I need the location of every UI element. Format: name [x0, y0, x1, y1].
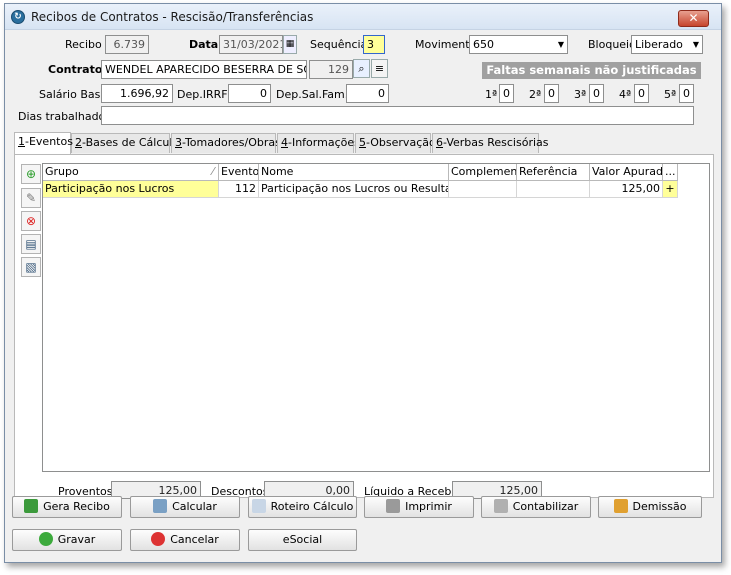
gravar-button[interactable]: Gravar	[12, 529, 122, 551]
week3-field[interactable]: 0	[589, 84, 604, 103]
cell-extra[interactable]: +	[663, 181, 678, 198]
printer-icon	[386, 499, 401, 513]
esocial-button[interactable]: eSocial	[248, 529, 357, 551]
depirrf-label: Dep.IRRF	[177, 88, 228, 101]
chevron-down-icon: ▼	[692, 40, 699, 49]
roteiro-calculo-button[interactable]: Roteiro Cálculo	[248, 496, 357, 518]
column-evento[interactable]: Evento	[219, 164, 259, 181]
cancelar-button[interactable]: Cancelar	[130, 529, 240, 551]
tab-informacoes[interactable]: 4-Informações	[277, 133, 360, 153]
bloqueio-label: Bloqueio	[588, 38, 636, 51]
add-icon[interactable]: ⊕	[21, 164, 41, 184]
grid-header: Grupo⁄ Evento Nome Complemento Referênci…	[43, 164, 709, 181]
title-bar: ↻ Recibos de Contratos - Rescisão/Transf…	[5, 4, 721, 30]
chevron-down-icon: ▼	[557, 40, 564, 49]
magnifier-icon	[251, 499, 266, 513]
tab-tomadores-obras[interactable]: 3-Tomadores/Obras	[171, 133, 281, 153]
cell-grupo[interactable]: Participação nos Lucros	[43, 181, 219, 198]
column-referencia[interactable]: Referência	[517, 164, 590, 181]
imprimir-button[interactable]: Imprimir	[364, 496, 474, 518]
week4-label: 4ª	[619, 88, 632, 101]
ledger-icon	[493, 499, 508, 513]
close-button[interactable]: ✕	[678, 10, 709, 27]
eventos-panel: ⊕ ✎ ⊗ ▤ ▧ Grupo⁄ Evento Nome Complemento…	[14, 154, 714, 499]
contrato-label: Contrato	[48, 63, 103, 76]
folder-icon	[613, 499, 628, 513]
sort-icon: ⁄	[212, 165, 214, 178]
movimento-value: 650	[473, 38, 494, 51]
contrato-name-field[interactable]: WENDEL APARECIDO BESERRA DE SOUZA	[101, 60, 307, 79]
gera-recibo-button[interactable]: Gera Recibo	[12, 496, 122, 518]
depsal-field[interactable]: 0	[346, 84, 389, 103]
cell-nome[interactable]: Participação nos Lucros ou Resultados	[259, 181, 449, 198]
tab-bases-calculo[interactable]: 2-Bases de Cálculo	[71, 133, 179, 153]
sequencia-field[interactable]: 3	[363, 35, 385, 54]
receipt-window: ↻ Recibos de Contratos - Rescisão/Transf…	[4, 3, 722, 563]
recibo-label: Recibo	[65, 38, 102, 51]
week3-label: 3ª	[574, 88, 587, 101]
column-valor-apurado[interactable]: Valor Apurado	[590, 164, 663, 181]
column-extra[interactable]: ...	[663, 164, 678, 181]
edit-grid-icon[interactable]: ▧	[21, 257, 41, 277]
data-field[interactable]: 31/03/2021	[219, 35, 283, 54]
contrato-code-field[interactable]: 129	[309, 60, 353, 79]
week1-label: 1ª	[485, 88, 498, 101]
data-label: Data	[189, 38, 219, 51]
delete-icon[interactable]: ⊗	[21, 211, 41, 231]
close-icon: ✕	[688, 11, 699, 25]
checkmark-icon	[38, 532, 53, 546]
column-nome[interactable]: Nome	[259, 164, 449, 181]
calendar-icon[interactable]: ▦	[283, 35, 297, 54]
recibo-field[interactable]: 6.739	[105, 35, 149, 54]
depsal-label: Dep.Sal.Fam.	[276, 88, 349, 101]
movimento-select[interactable]: 650 ▼	[469, 35, 568, 54]
cell-valor[interactable]: 125,00	[590, 181, 663, 198]
tab-observacao[interactable]: 5-Observação	[355, 133, 436, 153]
depirrf-field[interactable]: 0	[228, 84, 271, 103]
tab-verbas-rescisorias[interactable]: 6-Verbas Rescisórias	[432, 133, 549, 153]
week5-field[interactable]: 0	[679, 84, 694, 103]
cancel-icon	[151, 532, 166, 546]
salario-field[interactable]: 1.696,92	[101, 84, 173, 103]
dias-label: Dias trabalhados	[18, 110, 112, 123]
salario-label: Salário Base	[39, 88, 108, 101]
week5-label: 5ª	[664, 88, 677, 101]
cell-evento[interactable]: 112	[219, 181, 259, 198]
sequencia-label: Sequência	[310, 38, 368, 51]
week1-field[interactable]: 0	[499, 84, 514, 103]
contabilizar-button[interactable]: Contabilizar	[481, 496, 591, 518]
column-complemento[interactable]: Complemento	[449, 164, 517, 181]
week2-field[interactable]: 0	[544, 84, 559, 103]
movimento-label: Movimento	[415, 38, 477, 51]
app-icon: ↻	[11, 10, 25, 24]
calcular-button[interactable]: Calcular	[130, 496, 240, 518]
demissao-button[interactable]: Demissão	[598, 496, 702, 518]
edit-icon[interactable]: ✎	[21, 188, 41, 208]
cell-referencia[interactable]	[517, 181, 590, 198]
bloqueio-select[interactable]: Liberado ▼	[631, 35, 703, 54]
week2-label: 2ª	[529, 88, 542, 101]
search-icon[interactable]: ⌕	[353, 59, 370, 78]
faltas-header: Faltas semanais não justificadas	[482, 62, 701, 79]
window-title: Recibos de Contratos - Rescisão/Transfer…	[31, 10, 314, 24]
cell-complemento[interactable]	[449, 181, 517, 198]
list-icon[interactable]: ≡	[371, 59, 388, 78]
columns-icon[interactable]: ▤	[21, 234, 41, 254]
recycle-icon	[24, 499, 39, 513]
bloqueio-value: Liberado	[635, 38, 683, 51]
dias-field[interactable]	[101, 106, 694, 125]
week4-field[interactable]: 0	[634, 84, 649, 103]
column-grupo[interactable]: Grupo ⁄	[43, 164, 219, 181]
calculator-icon	[153, 499, 168, 513]
tab-eventos[interactable]: 1-Eventos	[14, 132, 73, 154]
eventos-grid: Grupo⁄ Evento Nome Complemento Referênci…	[42, 163, 710, 472]
